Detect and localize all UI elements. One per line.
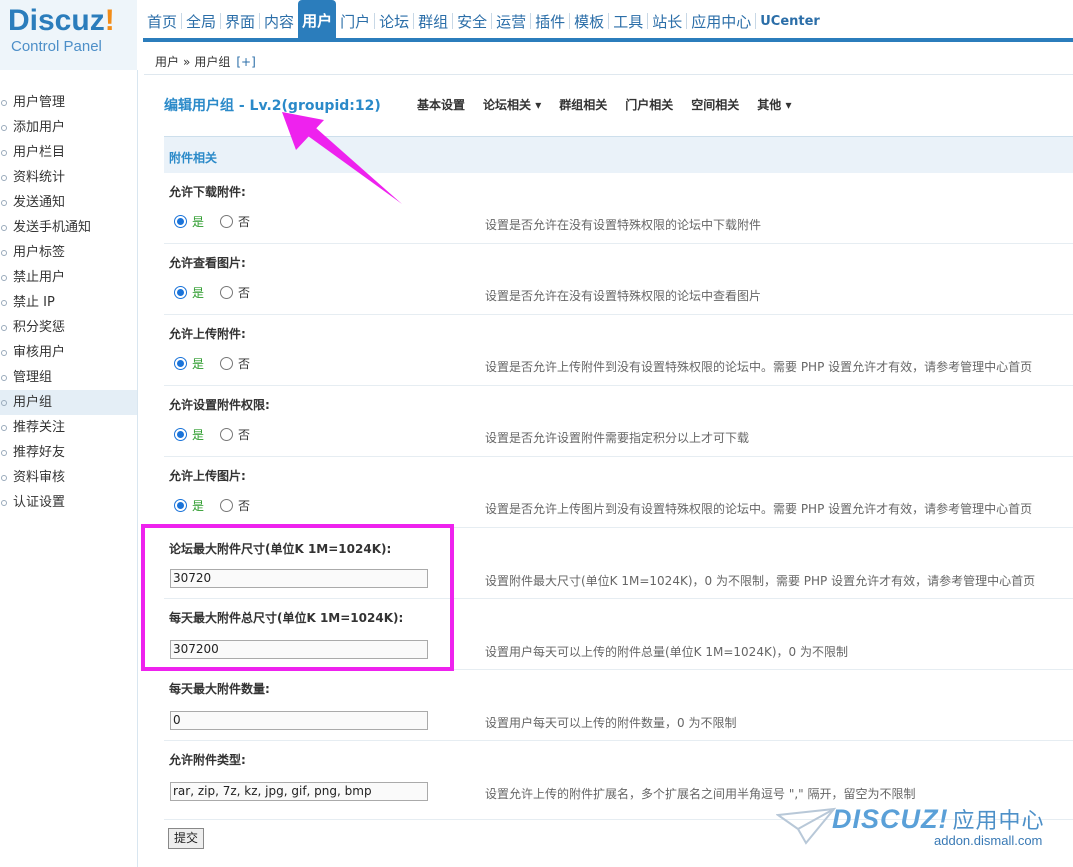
add-shortcut-button[interactable]: [+] — [236, 55, 255, 69]
radio-no[interactable] — [220, 499, 234, 512]
radio-no[interactable] — [220, 357, 234, 370]
setting-label: 每天最大附件数量: — [169, 682, 270, 696]
setting-desc: 设置附件最大尺寸(单位K 1M=1024K)，0 为不限制，需要 PHP 设置允… — [485, 574, 1036, 588]
setting-desc: 设置是否允许在没有设置特殊权限的论坛中查看图片 — [485, 289, 762, 303]
breadcrumb-user[interactable]: 用户 — [155, 55, 179, 69]
watermark-url: addon.dismall.com — [934, 833, 1043, 848]
sidebar-item-ban-ip[interactable]: 禁止 IP — [0, 290, 137, 315]
nav-portal[interactable]: 门户 — [336, 0, 374, 38]
setting-row: 允许上传图片: 是否 设置是否允许上传图片到没有设置特殊权限的论坛中。需要 PH… — [164, 457, 1073, 528]
watermark-brand: DISCUZ! 应用中心 — [832, 804, 1045, 834]
setting-label: 允许下载附件: — [169, 185, 246, 199]
highlight-annotation — [141, 524, 454, 671]
sidebar: 用户管理 添加用户 用户栏目 资料统计 发送通知 发送手机通知 用户标签 禁止用… — [0, 70, 138, 867]
sidebar-item-friends[interactable]: 推荐好友 — [0, 440, 137, 465]
setting-desc: 设置是否允许上传图片到没有设置特殊权限的论坛中。需要 PHP 设置允许才有效，请… — [485, 502, 1033, 516]
setting-label: 允许上传图片: — [169, 469, 246, 483]
attach-ext-input[interactable]: rar, zip, 7z, kz, jpg, gif, png, bmp — [170, 782, 428, 801]
sidebar-item-usergroup[interactable]: 用户组 — [0, 390, 137, 415]
nav-ucenter[interactable]: UCenter — [756, 0, 824, 38]
setting-label: 允许上传附件: — [169, 327, 246, 341]
setting-row: 每天最大附件数量: 0 设置用户每天可以上传的附件数量，0 为不限制 — [164, 670, 1073, 741]
breadcrumb: 用户» 用户组 [+] — [144, 44, 1073, 75]
setting-row: 允许查看图片: 是否 设置是否允许在没有设置特殊权限的论坛中查看图片 — [164, 244, 1073, 315]
sidebar-item-profile-verify[interactable]: 资料审核 — [0, 465, 137, 490]
nav-operation[interactable]: 运营 — [492, 0, 530, 38]
radio-no[interactable] — [220, 428, 234, 441]
nav-forum[interactable]: 论坛 — [375, 0, 413, 38]
setting-desc: 设置用户每天可以上传的附件数量，0 为不限制 — [485, 716, 737, 730]
sidebar-item-admin-group[interactable]: 管理组 — [0, 365, 137, 390]
submit-button[interactable]: 提交 — [168, 828, 204, 849]
nav-founder[interactable]: 站长 — [648, 0, 686, 38]
tab-group[interactable]: 群组相关 — [559, 96, 607, 113]
sidebar-item-moderate[interactable]: 审核用户 — [0, 340, 137, 365]
setting-desc: 设置允许上传的附件扩展名，多个扩展名之间用半角逗号 "," 隔开，留空为不限制 — [485, 787, 916, 801]
watermark: DISCUZ! 应用中心 addon.dismall.com — [776, 803, 1066, 863]
setting-desc: 设置是否允许设置附件需要指定积分以上才可下载 — [485, 431, 750, 445]
top-nav: 首页 全局 界面 内容 用户 门户 论坛 群组 安全 运营 插件 模板 工具 站… — [143, 0, 824, 38]
nav-plugin[interactable]: 插件 — [531, 0, 569, 38]
tab-basic[interactable]: 基本设置 — [417, 96, 465, 113]
sidebar-item-tags[interactable]: 用户标签 — [0, 240, 137, 265]
sub-nav: 基本设置 论坛相关 ▾ 群组相关 门户相关 空间相关 其他 ▾ — [417, 96, 791, 113]
sidebar-item-notify[interactable]: 发送通知 — [0, 190, 137, 215]
tab-other[interactable]: 其他 ▾ — [757, 96, 791, 113]
sidebar-item-profile-fields[interactable]: 用户栏目 — [0, 140, 137, 165]
nav-template[interactable]: 模板 — [570, 0, 608, 38]
tab-forum[interactable]: 论坛相关 ▾ — [483, 96, 541, 113]
nav-style[interactable]: 界面 — [221, 0, 259, 38]
sidebar-item-add-user[interactable]: 添加用户 — [0, 115, 137, 140]
logo-subtitle: Control Panel — [11, 38, 102, 55]
nav-home[interactable]: 首页 — [143, 0, 181, 38]
sidebar-item-sms-notify[interactable]: 发送手机通知 — [0, 215, 137, 240]
nav-group[interactable]: 群组 — [414, 0, 452, 38]
paper-plane-icon — [776, 807, 836, 845]
arrow-annotation-icon — [282, 112, 402, 204]
sidebar-item-follow[interactable]: 推荐关注 — [0, 415, 137, 440]
setting-label: 允许附件类型: — [169, 753, 246, 767]
sidebar-item-stats[interactable]: 资料统计 — [0, 165, 137, 190]
breadcrumb-usergroup[interactable]: 用户组 — [194, 55, 230, 69]
nav-content[interactable]: 内容 — [260, 0, 298, 38]
radio-yes[interactable] — [174, 286, 187, 299]
nav-global[interactable]: 全局 — [182, 0, 220, 38]
logo[interactable]: Discuz! Control Panel — [0, 0, 137, 70]
radio-yes[interactable] — [174, 357, 187, 370]
setting-desc: 设置是否允许上传附件到没有设置特殊权限的论坛中。需要 PHP 设置允许才有效，请… — [485, 360, 1033, 374]
tab-home[interactable]: 空间相关 — [691, 96, 739, 113]
setting-label: 允许查看图片: — [169, 256, 246, 270]
sidebar-item-members[interactable]: 用户管理 — [0, 90, 137, 115]
nav-tools[interactable]: 工具 — [609, 0, 647, 38]
setting-desc: 设置是否允许在没有设置特殊权限的论坛中下载附件 — [485, 218, 762, 232]
tab-portal[interactable]: 门户相关 — [625, 96, 673, 113]
logo-brand: Discuz! — [8, 4, 115, 37]
setting-label: 允许设置附件权限: — [169, 398, 270, 412]
max-daily-count-input[interactable]: 0 — [170, 711, 428, 730]
sidebar-item-credits[interactable]: 积分奖惩 — [0, 315, 137, 340]
radio-yes[interactable] — [174, 215, 187, 228]
radio-no[interactable] — [220, 215, 234, 228]
setting-desc: 设置用户每天可以上传的附件总量(单位K 1M=1024K)，0 为不限制 — [485, 645, 848, 659]
radio-no[interactable] — [220, 286, 234, 299]
nav-appcenter[interactable]: 应用中心 — [687, 0, 755, 38]
sidebar-item-verify-settings[interactable]: 认证设置 — [0, 490, 137, 515]
setting-row: 允许上传附件: 是否 设置是否允许上传附件到没有设置特殊权限的论坛中。需要 PH… — [164, 315, 1073, 386]
sidebar-item-ban-user[interactable]: 禁止用户 — [0, 265, 137, 290]
radio-yes[interactable] — [174, 428, 187, 441]
radio-yes[interactable] — [174, 499, 187, 512]
nav-user[interactable]: 用户 — [298, 0, 337, 38]
nav-safe[interactable]: 安全 — [453, 0, 491, 38]
nav-underline — [143, 38, 1073, 42]
setting-row: 允许设置附件权限: 是否 设置是否允许设置附件需要指定积分以上才可下载 — [164, 386, 1073, 457]
